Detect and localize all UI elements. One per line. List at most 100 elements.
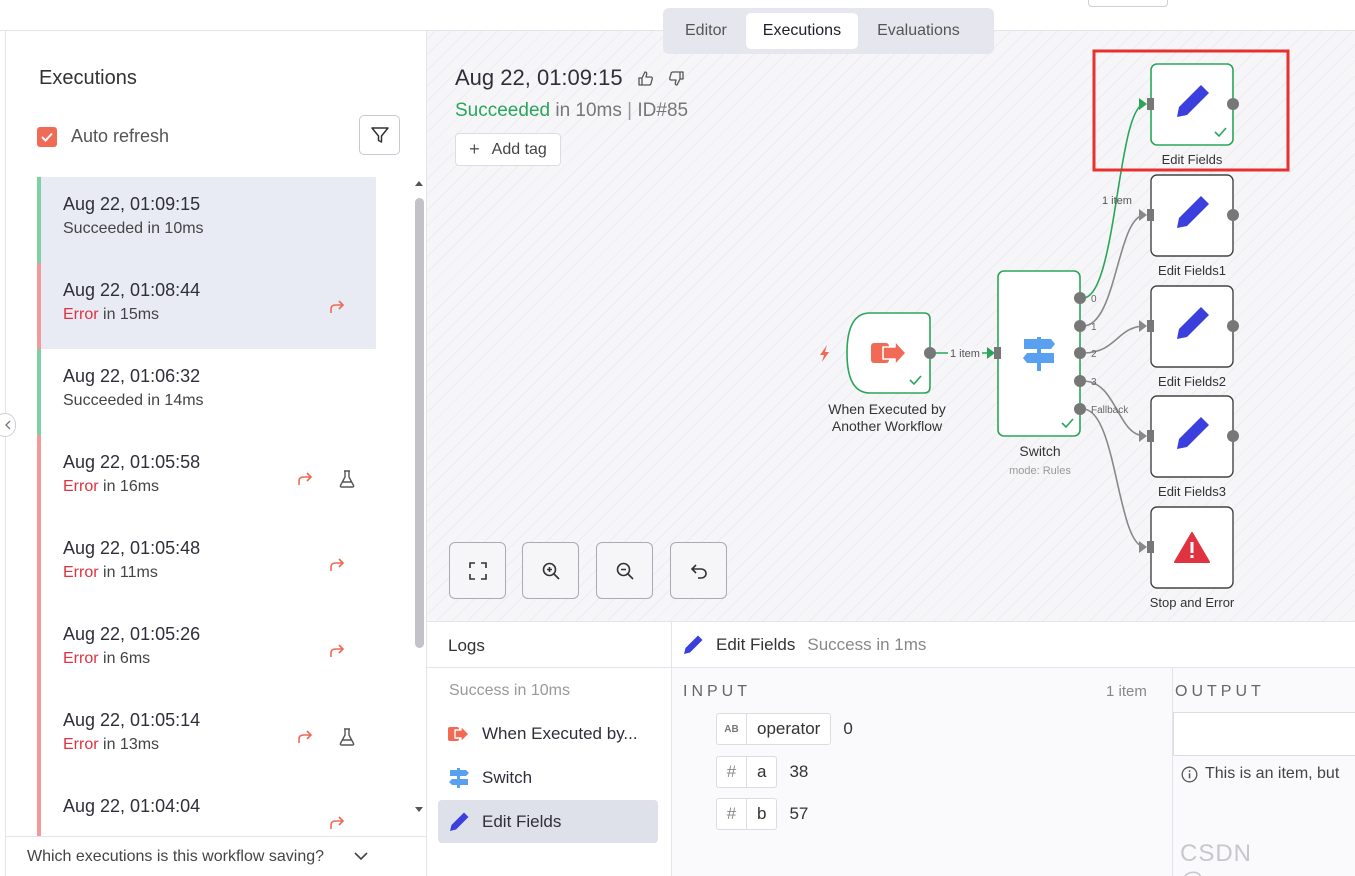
switch-output-0: 0 (1091, 294, 1097, 305)
execution-duration: in 11ms (103, 564, 158, 581)
workflow-canvas[interactable]: Aug 22, 01:09:15 Succeeded in 10ms | ID#… (427, 31, 1355, 621)
input-items-count: 1 item (1106, 683, 1147, 700)
switch-output-2: 2 (1091, 349, 1097, 360)
execution-item[interactable]: Aug 22, 01:04:04 (37, 779, 376, 837)
execution-item[interactable]: Aug 22, 01:08:44 Error in 15ms (37, 263, 376, 349)
edge-label-trigger-switch: 1 item (950, 348, 980, 360)
auto-refresh-checkbox[interactable] (37, 126, 57, 147)
input-field-b: # b 57 (716, 798, 808, 830)
zoom-out-button[interactable] (596, 542, 653, 599)
executions-list: Aug 22, 01:09:15 Succeeded in 10ms Aug 22,… (37, 177, 376, 837)
auto-refresh-label: Auto refresh (71, 126, 170, 146)
retry-icon[interactable] (295, 469, 315, 489)
execution-item[interactable]: Aug 22, 01:09:15 Succeeded in 10ms (37, 177, 376, 263)
executions-sidebar: Executions Auto refresh Aug 22, 01:09:15… (5, 31, 428, 876)
output-box (1173, 712, 1355, 756)
execution-date: Aug 22, 01:05:58 (63, 452, 201, 472)
switch-output-1: 1 (1091, 322, 1097, 333)
execution-status-word: Succeeded (63, 392, 144, 409)
log-item-switch[interactable]: Switch (438, 756, 658, 799)
watermark: CSDN @speop (1180, 840, 1275, 876)
scroll-thumb[interactable] (415, 198, 424, 648)
execution-status: Succeeded in 14ms (63, 392, 376, 410)
execution-item[interactable]: Aug 22, 01:05:14 Error in 13ms (37, 693, 376, 779)
node-output-status: Success in 1ms (807, 634, 927, 654)
input-field-a: # a 38 (716, 756, 808, 788)
execution-duration: in 6ms (103, 650, 151, 667)
edge-label-switch-edit0: 1 item (1102, 195, 1132, 207)
node-edit-fields1[interactable]: Edit Fields1 (1147, 174, 1239, 278)
edge-switch-stop (1082, 408, 1146, 548)
chevron-left-icon (5, 420, 11, 430)
retry-icon[interactable] (295, 727, 315, 747)
tab-evaluations[interactable]: Evaluations (860, 13, 977, 49)
edge-switch-edit1 (1082, 214, 1146, 327)
chevron-down-icon (354, 852, 368, 861)
reset-zoom-button[interactable] (670, 542, 727, 599)
retry-icon[interactable] (327, 641, 347, 661)
node-output-header: Edit Fields Success in 1ms (672, 622, 1355, 668)
execution-status-word: Error (63, 306, 99, 323)
number-type-icon: # (717, 757, 747, 787)
execution-date: Aug 22, 01:06:32 (63, 366, 201, 386)
log-item-label: When Executed by... (482, 723, 638, 743)
node-trigger-label-2: Another Workflow (832, 418, 943, 434)
field-name: operator (757, 719, 821, 738)
sign-out-icon (448, 724, 470, 743)
node-edit-fields1-label: Edit Fields1 (1158, 263, 1226, 278)
edge-arrow-edit2 (1139, 320, 1147, 332)
tab-editor[interactable]: Editor (668, 13, 744, 49)
node-switch-label: Switch (1019, 443, 1060, 459)
edge-arrow-edit0 (1139, 98, 1147, 110)
signpost-icon (449, 767, 469, 788)
info-icon (1181, 766, 1198, 782)
top-action-button[interactable] (1088, 0, 1168, 7)
retry-icon[interactable] (327, 555, 347, 575)
edge-arrow-stop (1139, 541, 1147, 553)
field-value: 57 (789, 804, 809, 823)
fit-view-button[interactable] (449, 542, 506, 599)
node-edit-fields[interactable]: Edit Fields (1147, 63, 1239, 167)
execution-status-word: Error (63, 478, 99, 495)
execution-status: Error in 13ms (63, 736, 376, 754)
field-name: a (757, 762, 767, 781)
node-edit-fields2[interactable]: Edit Fields2 (1147, 285, 1239, 389)
input-section-label: INPUT (683, 683, 751, 700)
execution-item[interactable]: Aug 22, 01:06:32 Succeeded in 14ms (37, 349, 376, 435)
retry-icon[interactable] (327, 297, 347, 317)
node-stop-and-error[interactable]: Stop and Error (1147, 506, 1235, 610)
list-scrollbar[interactable] (412, 181, 424, 814)
node-trigger[interactable]: When Executed by Another Workflow (820, 312, 946, 434)
node-edit-fields2-label: Edit Fields2 (1158, 374, 1226, 389)
field-value: 0 (843, 719, 853, 738)
edge-arrow-switch (987, 347, 995, 359)
execution-item[interactable]: Aug 22, 01:05:26 Error in 6ms (37, 607, 376, 693)
zoom-in-icon (542, 562, 560, 580)
execution-item[interactable]: Aug 22, 01:05:48 Error in 11ms (37, 521, 376, 607)
log-item-edit-fields[interactable]: Edit Fields (438, 800, 658, 843)
auto-refresh-toggle[interactable]: Auto refresh (37, 126, 169, 147)
zoom-out-icon (616, 562, 634, 580)
filter-button[interactable] (359, 115, 400, 155)
tab-executions[interactable]: Executions (745, 13, 859, 49)
lightning-icon (820, 345, 829, 362)
output-section-label: OUTPUT (1175, 683, 1265, 700)
saving-question-text: Which executions is this workflow saving… (27, 847, 325, 865)
retry-icon[interactable] (327, 813, 347, 833)
execution-status-word: Error (63, 650, 99, 667)
log-item-trigger[interactable]: When Executed by... (438, 712, 658, 755)
filter-icon (370, 127, 389, 143)
workflow-graph: 1 item 1 item When Executed by Another W… (820, 49, 1290, 610)
node-edit-fields3[interactable]: Edit Fields3 (1147, 395, 1239, 499)
execution-status: Succeeded in 10ms (63, 220, 376, 238)
zoom-in-button[interactable] (522, 542, 579, 599)
execution-date: Aug 22, 01:09:15 (63, 194, 201, 214)
execution-item[interactable]: Aug 22, 01:05:58 Error in 16ms (37, 435, 376, 521)
input-field-operator: AB operator 0 (716, 713, 853, 745)
fit-view-icon (468, 561, 487, 580)
saving-settings-question[interactable]: Which executions is this workflow saving… (6, 836, 428, 876)
scroll-down-icon (415, 807, 423, 812)
output-note: This is an item, but (1181, 760, 1355, 788)
node-switch-mode: mode: Rules (1009, 465, 1071, 477)
scroll-up-icon (415, 181, 423, 186)
